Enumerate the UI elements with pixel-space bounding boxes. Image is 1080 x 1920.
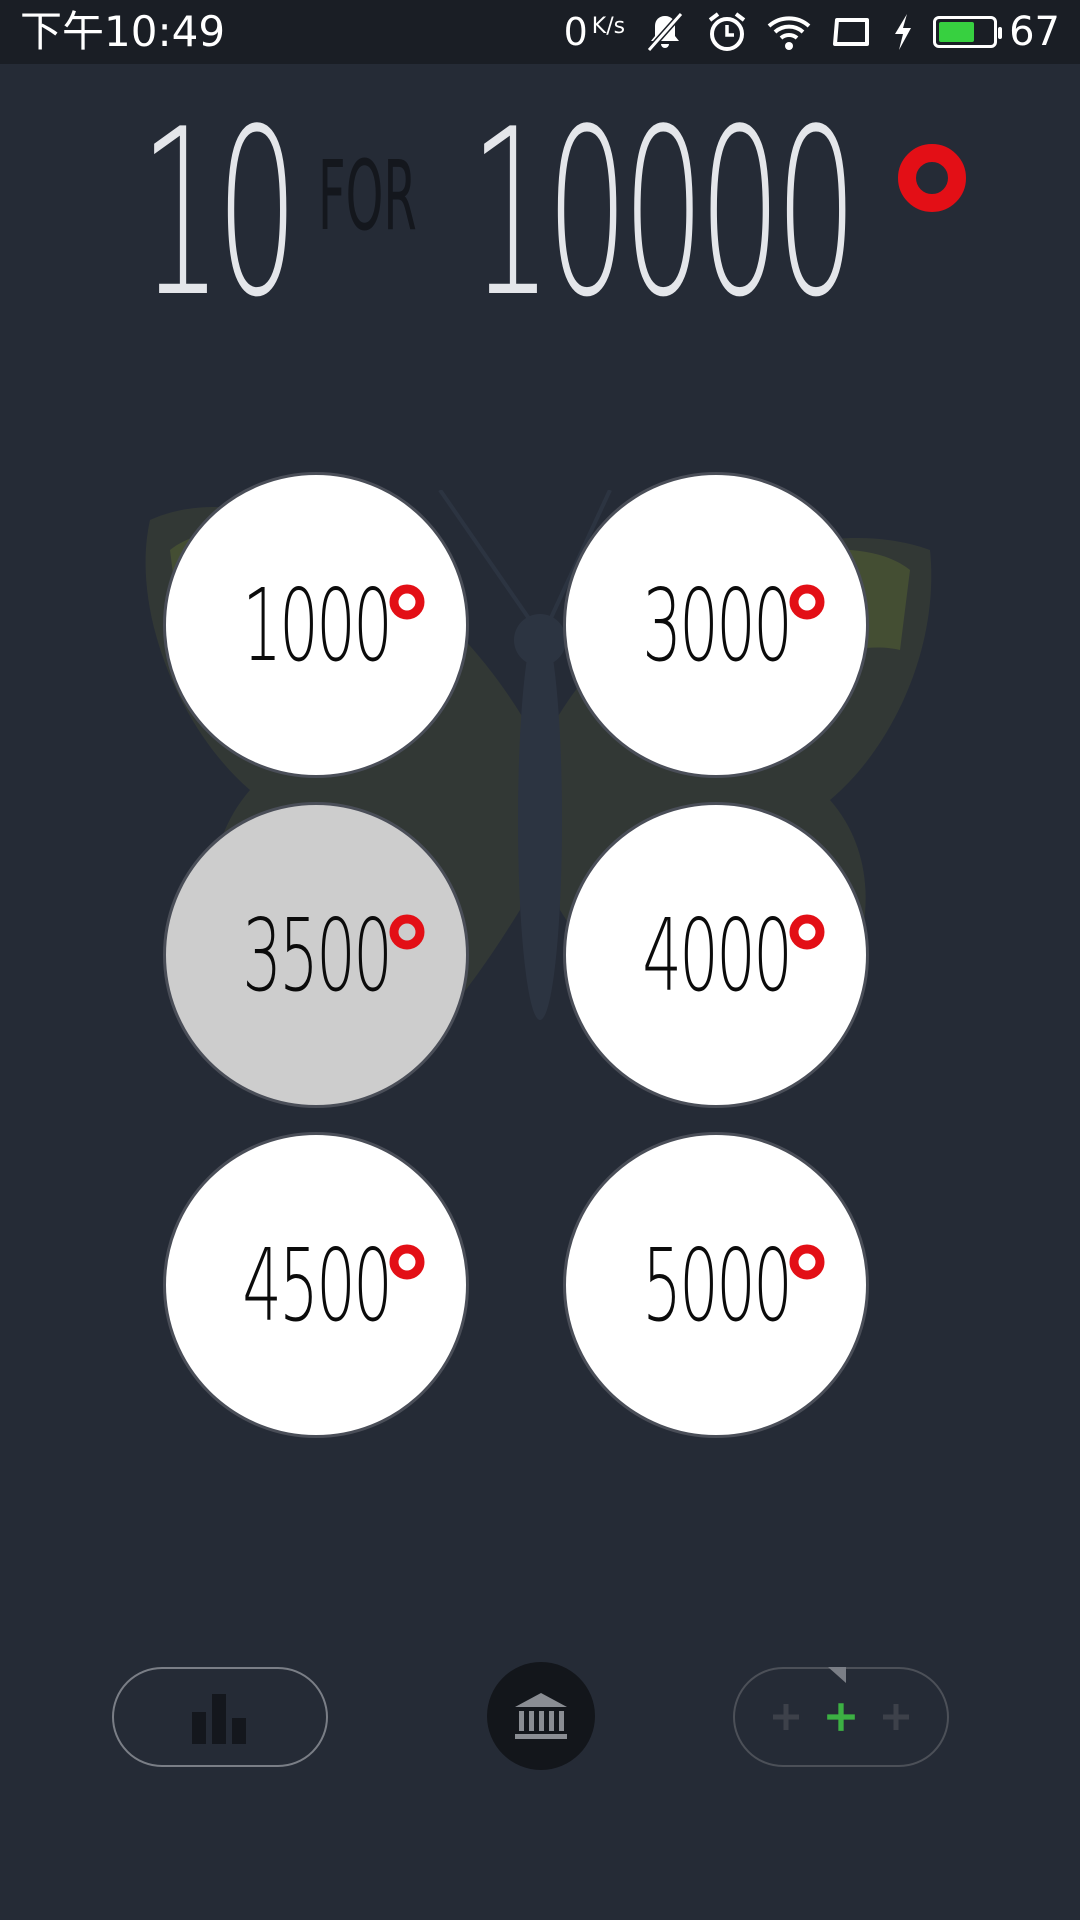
option-3000-button[interactable]: 3000 [563,472,869,778]
alarm-icon [708,12,746,51]
red-ring-icon [789,1244,825,1280]
screen: 下午10:49 0 K/s 67 10 FOR 10000 1000 3000 … [0,0,1080,1920]
title-connector: FOR [318,140,417,252]
add-button[interactable] [733,1667,949,1767]
status-time: 下午10:49 [20,7,226,56]
option-value: 4500 [242,1226,392,1344]
option-value: 5000 [642,1226,792,1344]
stats-button[interactable] [112,1667,328,1767]
status-icons: 0 K/s 67 [564,6,1060,58]
battery-indicator: 67 [933,9,1060,55]
option-1000-button[interactable]: 1000 [163,472,469,778]
option-value: 4000 [642,896,792,1014]
option-value: 3500 [242,896,392,1014]
plus-icon [773,1704,799,1730]
battery-fill [939,22,974,42]
option-4500-button[interactable]: 4500 [163,1132,469,1438]
charging-bolt-icon [895,14,912,50]
bank-icon [515,1693,567,1739]
network-speed-value: 0 [563,10,588,54]
option-3500-button[interactable]: 3500 [163,802,469,1108]
plus-icons [770,1700,912,1734]
corner-notch-icon [828,1667,846,1683]
option-value: 1000 [242,566,392,684]
title-left-number: 10 [140,81,298,348]
red-ring-icon [389,584,425,620]
option-4000-button[interactable]: 4000 [563,802,869,1108]
app-title: 10 FOR 10000 [0,100,1080,330]
wifi-icon [767,16,811,50]
mute-bell-icon [646,12,684,52]
network-speed-unit: K/s [591,14,626,39]
option-value: 3000 [642,566,792,684]
plus-icon-active [827,1703,855,1731]
red-ring-icon [389,1244,425,1280]
bank-button[interactable] [487,1662,595,1770]
battery-level: 67 [1009,9,1060,55]
network-speed: 0 K/s [564,10,626,54]
option-5000-button[interactable]: 5000 [563,1132,869,1438]
red-ring-icon [789,584,825,620]
battery-icon [933,16,1003,48]
red-ring-icon [898,144,966,212]
red-ring-icon [389,914,425,950]
screen-rotate-icon [833,18,870,46]
red-ring-icon [789,914,825,950]
title-right-number: 10000 [470,81,857,348]
bar-chart-icon [192,1694,246,1744]
plus-icon [883,1704,909,1730]
status-bar: 下午10:49 0 K/s 67 [0,0,1080,64]
